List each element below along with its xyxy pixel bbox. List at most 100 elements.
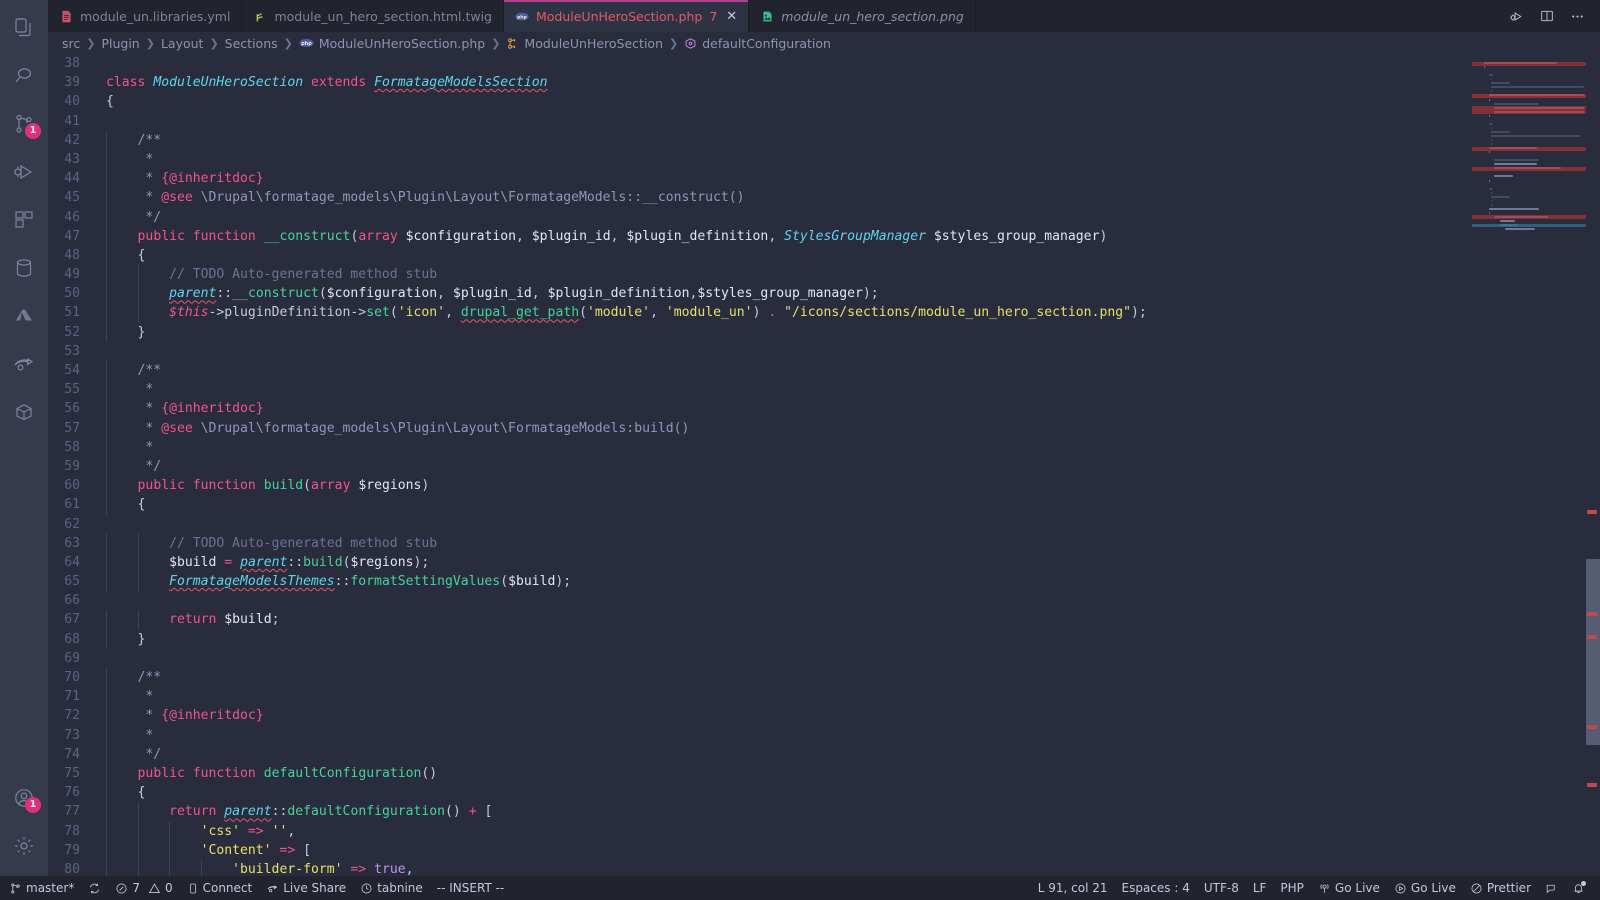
status-eol[interactable]: LF [1246,876,1274,900]
split-editor-icon[interactable] [1539,8,1555,24]
status-live-share[interactable]: Live Share [259,876,353,900]
breadcrumb-item-src[interactable]: src [62,36,80,51]
minimap-line [1494,159,1539,162]
line-content: parent::__construct($configuration, $plu… [102,284,1472,304]
sidebar-item-explorer[interactable] [0,4,48,52]
line-content: public function defaultConfiguration() [102,763,1472,784]
line-number: 68 [64,631,80,647]
sidebar-item-docker[interactable] [0,388,48,436]
status-cursor-position[interactable]: L 91, col 21 [1031,876,1115,900]
sidebar-item-azure[interactable] [0,292,48,340]
line-number: 38 [64,56,80,71]
line-content: /** [102,361,1472,381]
breadcrumb-item-sections[interactable]: Sections [225,36,278,51]
sidebar-item-live-share[interactable] [0,340,48,388]
status-problems[interactable]: 7 0 [108,876,179,900]
overview-ruler-error-mark [1587,783,1597,788]
code-line: 39 class ModuleUnHeroSection extends Form… [48,73,1472,92]
code-line: 40 { [48,92,1472,111]
status-prettier[interactable]: Prettier [1463,876,1538,900]
line-number: 56 [64,401,80,417]
breadcrumb-item-method[interactable]: defaultConfiguration [684,36,831,51]
line-number: 79 [64,842,80,858]
line-number: 47 [64,228,80,244]
accounts-button[interactable]: 1 [0,774,48,822]
sidebar-item-search[interactable] [0,52,48,100]
status-go-live-broadcast[interactable]: Go Live [1311,876,1387,900]
tab-module-un-hero-section-png[interactable]: module_un_hero_section.png [749,0,976,32]
scrollbar-thumb[interactable] [1586,559,1600,745]
status-branch[interactable]: master* [0,876,81,900]
status-language-mode[interactable]: PHP [1273,876,1311,900]
sidebar-item-run-and-debug[interactable] [0,148,48,196]
status-vim-mode[interactable]: -- INSERT -- [430,876,511,900]
chevron-right-icon: ❯ [669,36,679,50]
status-notifications[interactable] [1565,876,1592,900]
status-tabnine[interactable]: tabnine [353,876,430,900]
manage-settings-button[interactable] [0,822,48,870]
tab-module-un-hero-section-html-twig[interactable]: module_un_hero_section.html.twig [242,0,504,32]
minimap-error-band [1472,146,1586,151]
sidebar-item-database[interactable] [0,244,48,292]
code-lines: 38 39 class ModuleUnHeroSection extends Fo… [48,54,1472,876]
run-debug-icon[interactable] [1508,8,1525,25]
status-live-share-label: Live Share [283,881,347,895]
line-number: 70 [64,670,80,685]
editor-scrollbar[interactable] [1586,54,1600,876]
code-line: 66 [48,591,1472,610]
code-line: 49 // TODO Auto-generated method stub [48,265,1472,285]
minimap-error-band [1472,93,1586,98]
status-feedback[interactable] [1538,876,1565,900]
line-content: 'Content' => [ [102,840,1472,860]
svg-text:php: php [301,41,312,47]
minimap[interactable] [1472,54,1586,876]
breadcrumb-item-class[interactable]: ModuleUnHeroSection [506,36,663,51]
tab-module-un-libraries-yml[interactable]: module_un.libraries.yml [48,0,243,32]
code-viewport[interactable]: 38 39 class ModuleUnHeroSection extends Fo… [48,54,1472,876]
close-icon[interactable]: ✕ [726,10,737,23]
code-line: 54 /** [48,361,1472,381]
breadcrumb-item-file[interactable]: php ModuleUnHeroSection.php [299,36,485,51]
breadcrumb-label: Sections [224,35,278,51]
php-icon: php [515,9,529,23]
status-go-live-play[interactable]: Go Live [1387,876,1463,900]
twig-icon [253,9,267,23]
breadcrumb-item-plugin[interactable]: Plugin [101,36,139,51]
minimap-line [1490,143,1494,146]
svg-text:php: php [517,14,527,20]
code-line: 58 * [48,437,1472,457]
line-content [102,515,1472,534]
line-number: 60 [64,478,80,494]
status-indentation[interactable]: Espaces : 4 [1115,876,1197,900]
line-content: * [102,725,1472,745]
status-encoding-label: UTF-8 [1203,881,1239,895]
breadcrumb-item-layout[interactable]: Layout [161,36,204,51]
code-line: 72 * {@inheritdoc} [48,706,1472,726]
chevron-right-icon: ❯ [209,36,219,50]
minimap-line [1490,86,1584,89]
tab-module-un-hero-section-php[interactable]: php ModuleUnHeroSection.php 7 ✕ [503,0,750,32]
line-content: // TODO Auto-generated method stub [102,533,1472,553]
status-sync[interactable] [81,876,108,900]
sidebar-item-source-control[interactable]: 1 [0,100,48,148]
minimap-error-band [1472,215,1586,220]
breadcrumb: src ❯ Plugin ❯ Layout ❯ Sections ❯ php M… [48,32,1600,54]
status-vim-label: -- INSERT -- [436,881,505,895]
ellipsis-icon[interactable] [1569,8,1586,25]
line-content [102,112,1472,131]
line-number: 49 [64,267,80,283]
status-encoding[interactable]: UTF-8 [1197,876,1246,900]
code-line: 43 * [48,149,1472,170]
status-bar: master* 7 0 Connect Live Share tabnine -… [0,876,1600,900]
line-content [102,54,1472,73]
line-number: 54 [64,363,80,378]
line-number: 46 [64,209,80,225]
sidebar-item-extensions[interactable] [0,196,48,244]
overview-ruler[interactable] [1586,54,1600,876]
minimap-line [1504,228,1535,231]
line-number: 48 [64,247,80,263]
status-tabnine-label: tabnine [377,881,423,895]
status-remote[interactable]: Connect [180,876,260,900]
minimap-line [1489,114,1491,117]
code-line: 65 FormatageModelsThemes::formatSettingV… [48,572,1472,592]
